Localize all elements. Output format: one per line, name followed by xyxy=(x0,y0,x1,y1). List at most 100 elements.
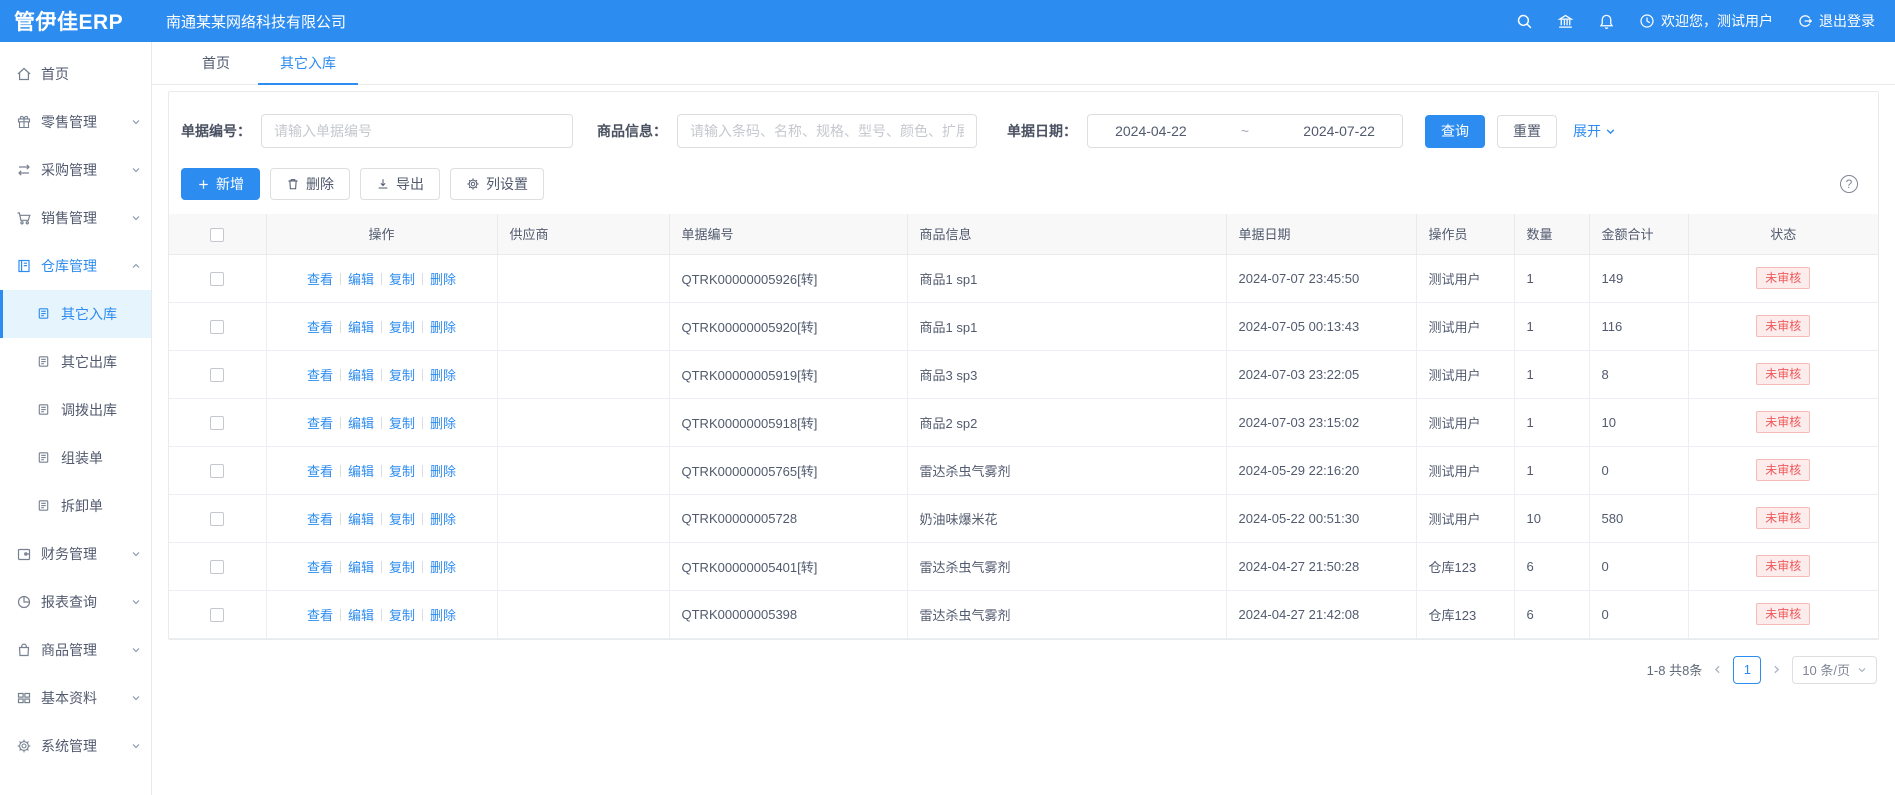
logout-button[interactable]: 退出登录 xyxy=(1797,11,1875,31)
edit-link[interactable]: 编辑 xyxy=(348,560,374,575)
sidebar-item-other-inbound[interactable]: 其它入库 xyxy=(0,290,151,338)
row-checkbox[interactable] xyxy=(210,416,224,430)
divider xyxy=(340,513,341,525)
delete-button[interactable]: 删除 xyxy=(270,168,350,200)
sidebar-item-products[interactable]: 商品管理 xyxy=(0,626,151,674)
cell-operator: 测试用户 xyxy=(1416,350,1514,398)
copy-link[interactable]: 复制 xyxy=(389,416,415,431)
cell-qty: 10 xyxy=(1514,494,1589,542)
copy-link[interactable]: 复制 xyxy=(389,272,415,287)
delete-link[interactable]: 删除 xyxy=(430,512,456,527)
row-checkbox[interactable] xyxy=(210,560,224,574)
sidebar-item-purchase[interactable]: 采购管理 xyxy=(0,146,151,194)
sidebar-item-sales[interactable]: 销售管理 xyxy=(0,194,151,242)
copy-link[interactable]: 复制 xyxy=(389,368,415,383)
view-link[interactable]: 查看 xyxy=(307,320,333,335)
row-checkbox[interactable] xyxy=(210,464,224,478)
delete-link[interactable]: 删除 xyxy=(430,272,456,287)
search-button[interactable]: 查询 xyxy=(1425,115,1485,148)
cell-date: 2024-05-29 22:16:20 xyxy=(1226,446,1416,494)
divider xyxy=(381,417,382,429)
cell-date: 2024-04-27 21:42:08 xyxy=(1226,590,1416,638)
row-checkbox[interactable] xyxy=(210,368,224,382)
page-number[interactable]: 1 xyxy=(1733,656,1761,684)
copy-link[interactable]: 复制 xyxy=(389,512,415,527)
edit-link[interactable]: 编辑 xyxy=(348,512,374,527)
sidebar-item-disassembly[interactable]: 拆卸单 xyxy=(0,482,151,530)
copy-link[interactable]: 复制 xyxy=(389,464,415,479)
cell-operator: 测试用户 xyxy=(1416,494,1514,542)
sidebar-item-basic-data[interactable]: 基本资料 xyxy=(0,674,151,722)
edit-link[interactable]: 编辑 xyxy=(348,272,374,287)
row-checkbox[interactable] xyxy=(210,608,224,622)
view-link[interactable]: 查看 xyxy=(307,368,333,383)
copy-link[interactable]: 复制 xyxy=(389,608,415,623)
delete-link[interactable]: 删除 xyxy=(430,368,456,383)
view-link[interactable]: 查看 xyxy=(307,416,333,431)
delete-link[interactable]: 删除 xyxy=(430,608,456,623)
delete-link[interactable]: 删除 xyxy=(430,560,456,575)
date-from[interactable]: 2024-04-22 xyxy=(1115,123,1187,139)
copy-link[interactable]: 复制 xyxy=(389,320,415,335)
add-button[interactable]: 新增 xyxy=(181,168,260,200)
sidebar-item-assembly[interactable]: 组装单 xyxy=(0,434,151,482)
edit-link[interactable]: 编辑 xyxy=(348,320,374,335)
clock-icon xyxy=(1639,13,1655,29)
view-link[interactable]: 查看 xyxy=(307,464,333,479)
edit-link[interactable]: 编辑 xyxy=(348,416,374,431)
chevron-down-icon xyxy=(131,597,141,607)
sidebar-item-other-outbound[interactable]: 其它出库 xyxy=(0,338,151,386)
column-settings-button[interactable]: 列设置 xyxy=(450,168,544,200)
doc-date-label: 单据日期： xyxy=(1007,121,1077,141)
tab-home[interactable]: 首页 xyxy=(180,42,252,85)
expand-link[interactable]: 展开 xyxy=(1573,121,1616,141)
row-checkbox[interactable] xyxy=(210,512,224,526)
sidebar-item-retail[interactable]: 零售管理 xyxy=(0,98,151,146)
edit-link[interactable]: 编辑 xyxy=(348,368,374,383)
doc-no-input[interactable] xyxy=(261,114,573,148)
status-badge: 未审核 xyxy=(1756,603,1810,625)
row-checkbox[interactable] xyxy=(210,320,224,334)
select-all-checkbox[interactable] xyxy=(210,228,224,242)
panel: 单据编号： 商品信息： 单据日期： 2024-04-22 ~ 2024-07-2… xyxy=(168,91,1879,640)
sidebar-item-reports[interactable]: 报表查询 xyxy=(0,578,151,626)
page-size-select[interactable]: 10 条/页 xyxy=(1792,656,1877,684)
view-link[interactable]: 查看 xyxy=(307,608,333,623)
bell-icon[interactable] xyxy=(1598,13,1615,30)
col-amount: 金额合计 xyxy=(1589,214,1688,254)
product-info-input[interactable] xyxy=(677,114,977,148)
date-range-picker[interactable]: 2024-04-22 ~ 2024-07-22 xyxy=(1087,114,1403,148)
next-page-icon[interactable] xyxy=(1771,664,1782,675)
sidebar-item-transfer-outbound[interactable]: 调拨出库 xyxy=(0,386,151,434)
tab-other-inbound[interactable]: 其它入库 xyxy=(258,42,358,85)
sidebar-item-home[interactable]: 首页 xyxy=(0,50,151,98)
sidebar-item-finance[interactable]: 财务管理 xyxy=(0,530,151,578)
edit-link[interactable]: 编辑 xyxy=(348,608,374,623)
edit-link[interactable]: 编辑 xyxy=(348,464,374,479)
delete-link[interactable]: 删除 xyxy=(430,416,456,431)
copy-link[interactable]: 复制 xyxy=(389,560,415,575)
prev-page-icon[interactable] xyxy=(1712,664,1723,675)
export-button[interactable]: 导出 xyxy=(360,168,440,200)
organization-icon[interactable] xyxy=(1557,13,1574,30)
cell-supplier xyxy=(497,350,669,398)
welcome-user[interactable]: 欢迎您，测试用户 xyxy=(1639,11,1773,31)
date-to[interactable]: 2024-07-22 xyxy=(1303,123,1375,139)
grid-icon xyxy=(16,690,32,706)
row-checkbox[interactable] xyxy=(210,272,224,286)
cell-operator: 测试用户 xyxy=(1416,398,1514,446)
sidebar-item-warehouse[interactable]: 仓库管理 xyxy=(0,242,151,290)
col-actions: 操作 xyxy=(266,214,497,254)
delete-link[interactable]: 删除 xyxy=(430,464,456,479)
help-icon[interactable]: ? xyxy=(1840,175,1858,193)
search-icon[interactable] xyxy=(1516,13,1533,30)
logout-icon xyxy=(1797,13,1813,29)
sidebar-item-system[interactable]: 系统管理 xyxy=(0,722,151,770)
reset-button[interactable]: 重置 xyxy=(1497,115,1557,148)
view-link[interactable]: 查看 xyxy=(307,560,333,575)
view-link[interactable]: 查看 xyxy=(307,512,333,527)
cell-doc-no: QTRK00000005728 xyxy=(669,494,907,542)
delete-link[interactable]: 删除 xyxy=(430,320,456,335)
view-link[interactable]: 查看 xyxy=(307,272,333,287)
sidebar: 首页 零售管理 采购管理 销售管理 仓库管理 其它入库 其它出库 xyxy=(0,42,152,795)
